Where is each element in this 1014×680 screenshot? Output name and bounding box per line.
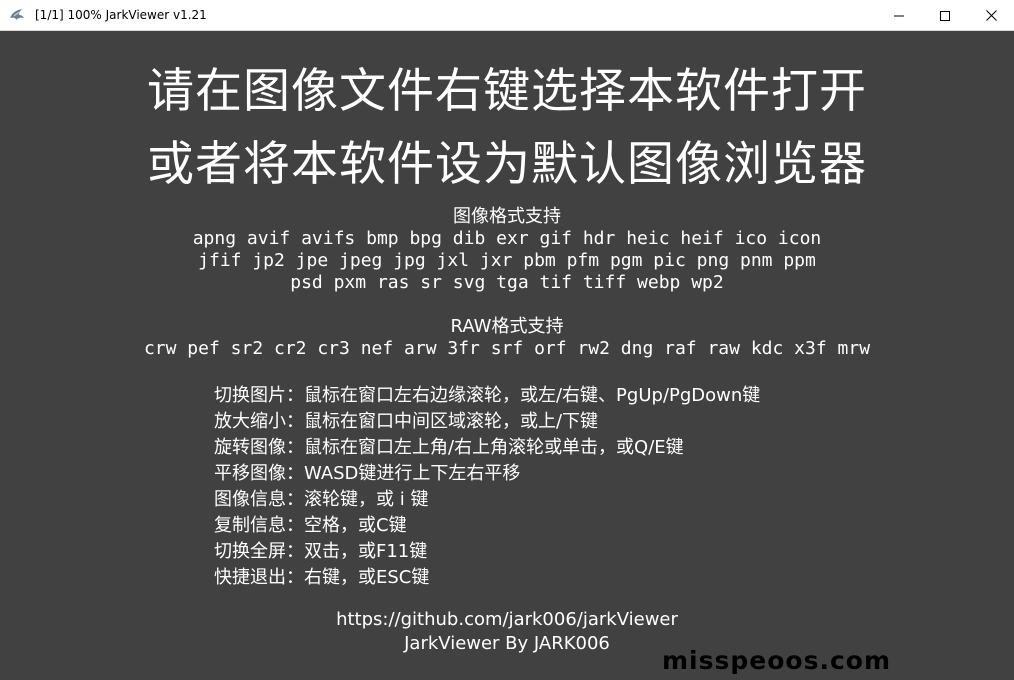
- close-button[interactable]: [968, 0, 1014, 30]
- app-window: [1/1] 100% JarkViewer v1.21 请在图像文件右键选择本软…: [0, 0, 1014, 680]
- image-canvas[interactable]: 请在图像文件右键选择本软件打开 或者将本软件设为默认图像浏览器 图像格式支持 a…: [0, 31, 1014, 680]
- shortcut-list: 切换图片：鼠标在窗口左右边缘滚轮，或左/右键、PgUp/PgDown键 放大缩小…: [214, 383, 974, 591]
- image-formats-line: jfif jp2 jpe jpeg jpg jxl jxr pbm pfm pg…: [198, 250, 816, 271]
- minimize-button[interactable]: [876, 0, 922, 30]
- shortcut-item: 复制信息：空格，或C键: [214, 515, 407, 536]
- shortcut-item: 放大缩小：鼠标在窗口中间区域滚轮，或上/下键: [214, 411, 599, 432]
- image-formats-line: apng avif avifs bmp bpg dib exr gif hdr …: [192, 228, 822, 249]
- image-formats-line: psd pxm ras sr svg tga tif tiff webp wp2: [290, 272, 724, 293]
- headline-line: 请在图像文件右键选择本软件打开: [147, 64, 867, 119]
- shortcut-item: 切换全屏：双击，或F11键: [214, 541, 428, 562]
- raw-formats-heading: RAW格式支持: [450, 316, 564, 337]
- shortcut-item: 快捷退出：右键，或ESC键: [214, 567, 430, 588]
- close-icon: [985, 6, 997, 25]
- headline-line: 或者将本软件设为默认图像浏览器: [147, 137, 867, 192]
- window-title: [1/1] 100% JarkViewer v1.21: [35, 8, 207, 22]
- maximize-icon: [940, 6, 950, 25]
- watermark-text: misspeoos.com: [662, 646, 892, 675]
- shortcut-item: 切换图片：鼠标在窗口左右边缘滚轮，或左/右键、PgUp/PgDown键: [214, 385, 761, 406]
- maximize-button[interactable]: [922, 0, 968, 30]
- shortcut-item: 旋转图像：鼠标在窗口左上角/右上角滚轮或单击，或Q/E键: [214, 437, 684, 458]
- image-formats-heading: 图像格式支持: [453, 206, 561, 227]
- minimize-icon: [894, 6, 904, 25]
- project-url: https://github.com/jark006/jarkViewer: [336, 609, 678, 630]
- title-bar[interactable]: [1/1] 100% JarkViewer v1.21: [0, 0, 1014, 31]
- shortcut-item: 平移图像：WASD键进行上下左右平移: [214, 463, 521, 484]
- raw-formats-line: crw pef sr2 cr2 cr3 nef arw 3fr srf orf …: [143, 338, 871, 359]
- jarkviewer-app-icon: [9, 7, 25, 23]
- shortcut-item: 图像信息：滚轮键，或 i 键: [214, 489, 429, 510]
